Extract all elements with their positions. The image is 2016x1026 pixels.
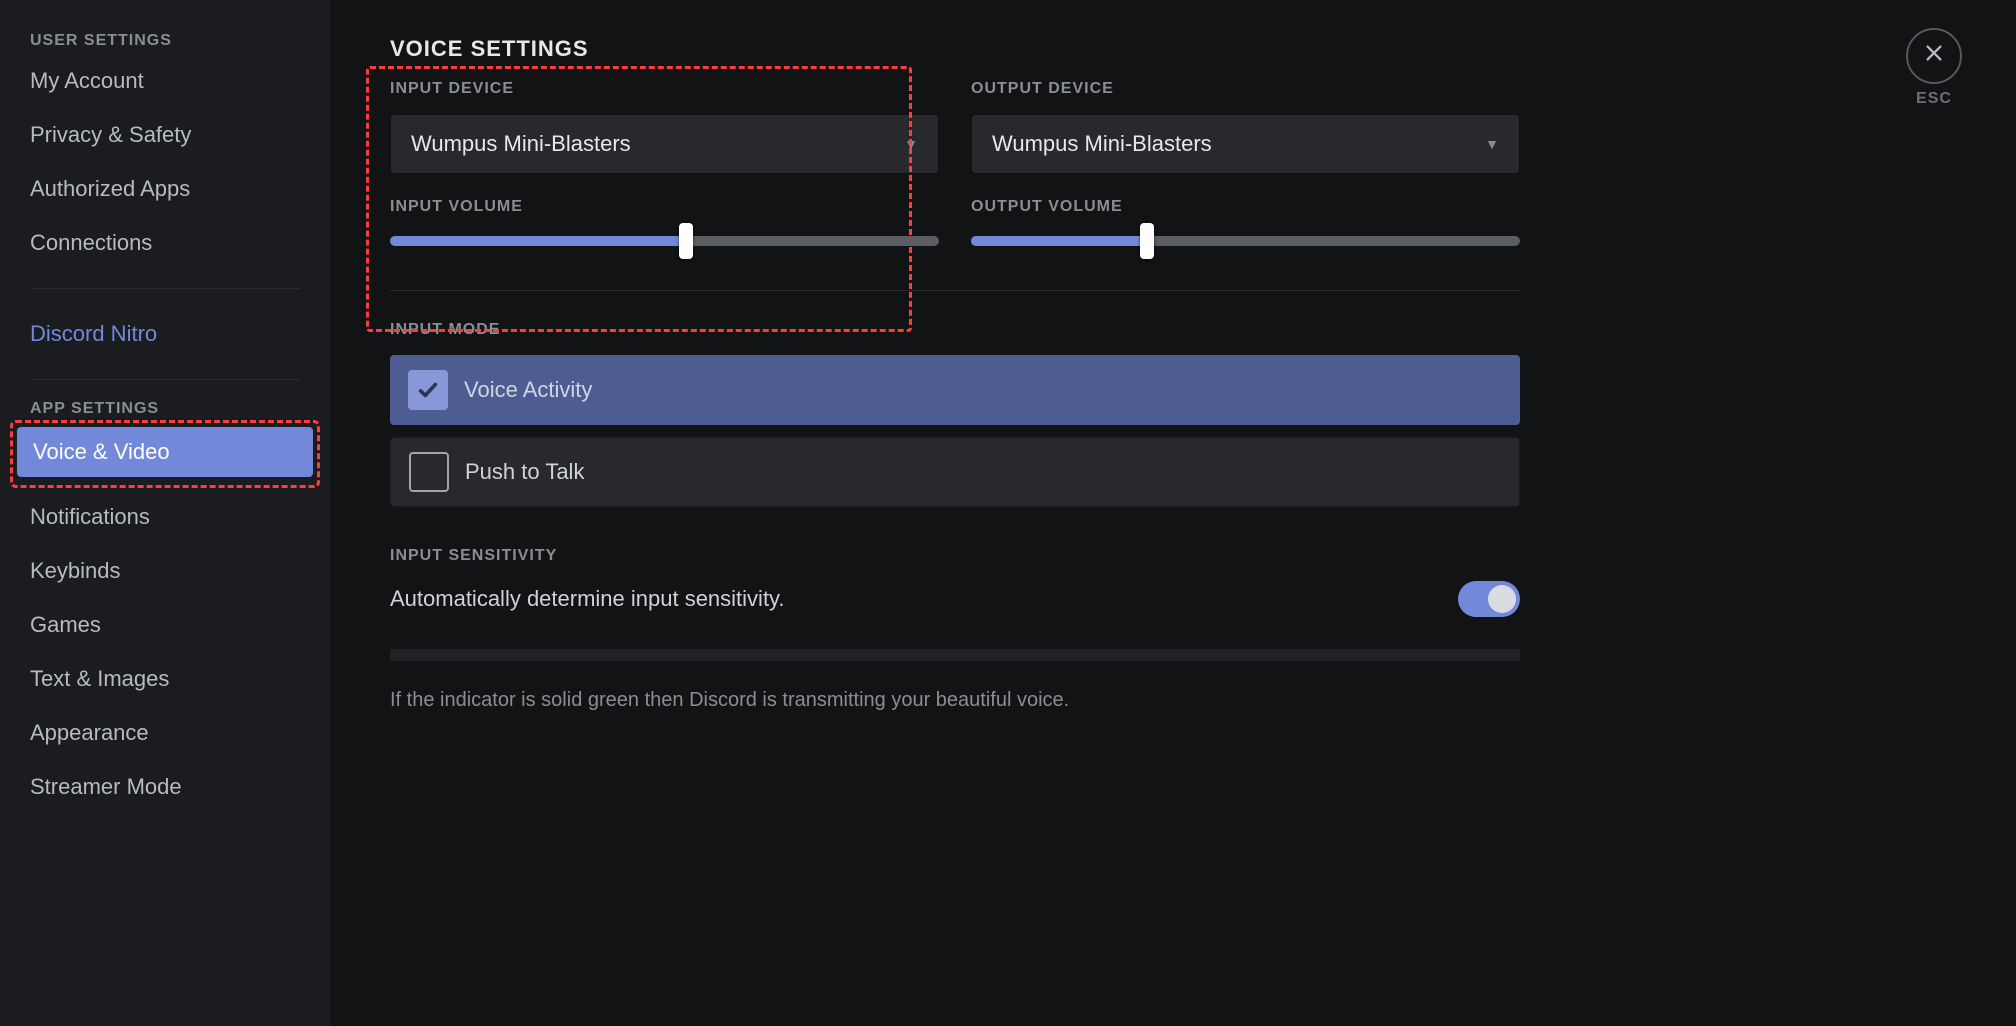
sidebar-item-label: My Account <box>30 68 144 93</box>
close-button[interactable] <box>1906 28 1962 84</box>
sidebar-divider <box>30 288 300 289</box>
select-value: Wumpus Mini-Blasters <box>411 131 631 157</box>
slider-thumb[interactable] <box>1140 223 1154 259</box>
sidebar-item-privacy[interactable]: Privacy & Safety <box>14 110 316 160</box>
toggle-knob <box>1488 585 1516 613</box>
sensitivity-hint: If the indicator is solid green then Dis… <box>390 689 1520 712</box>
input-mode-voice-activity[interactable]: Voice Activity <box>390 355 1520 425</box>
sidebar-item-text-images[interactable]: Text & Images <box>14 654 316 704</box>
slider-thumb[interactable] <box>679 223 693 259</box>
input-mode-push-to-talk[interactable]: Push to Talk <box>390 437 1520 507</box>
sidebar-item-keybinds[interactable]: Keybinds <box>14 546 316 596</box>
sidebar-item-streamer-mode[interactable]: Streamer Mode <box>14 762 316 812</box>
sidebar-item-label: Privacy & Safety <box>30 122 191 147</box>
sidebar-item-my-account[interactable]: My Account <box>14 56 316 106</box>
sidebar-item-label: Authorized Apps <box>30 176 190 201</box>
output-device-label: OUTPUT DEVICE <box>971 80 1520 98</box>
page-title: VOICE SETTINGS <box>390 36 1520 62</box>
input-volume-slider[interactable] <box>390 236 939 246</box>
sidebar-item-label: Keybinds <box>30 558 121 583</box>
sidebar-item-label: Games <box>30 612 101 637</box>
select-value: Wumpus Mini-Blasters <box>992 131 1212 157</box>
input-device-label: INPUT DEVICE <box>390 80 939 98</box>
annotation-box-sidebar: Voice & Video <box>10 420 320 488</box>
sidebar-item-label: Text & Images <box>30 666 169 691</box>
option-label: Voice Activity <box>464 377 592 403</box>
sidebar-item-notifications[interactable]: Notifications <box>14 492 316 542</box>
sidebar-item-voice-video[interactable]: Voice & Video <box>17 427 313 477</box>
input-device-select[interactable]: Wumpus Mini-Blasters ▼ <box>390 114 939 174</box>
sidebar-item-appearance[interactable]: Appearance <box>14 708 316 758</box>
sidebar-divider <box>30 379 300 380</box>
output-volume-slider[interactable] <box>971 236 1520 246</box>
auto-sensitivity-toggle[interactable] <box>1458 581 1520 617</box>
input-volume-label: INPUT VOLUME <box>390 198 939 216</box>
section-divider <box>390 290 1520 291</box>
sidebar-item-label: Notifications <box>30 504 150 529</box>
sidebar-item-authorized-apps[interactable]: Authorized Apps <box>14 164 316 214</box>
settings-sidebar: USER SETTINGS My Account Privacy & Safet… <box>0 0 330 1026</box>
sidebar-item-label: Connections <box>30 230 152 255</box>
checkbox-unchecked-icon <box>409 452 449 492</box>
checkbox-checked-icon <box>408 370 448 410</box>
chevron-down-icon: ▼ <box>904 136 918 152</box>
esc-label: ESC <box>1906 90 1962 108</box>
settings-content: VOICE SETTINGS INPUT DEVICE Wumpus Mini-… <box>330 0 1580 1026</box>
sidebar-item-discord-nitro[interactable]: Discord Nitro <box>14 309 316 359</box>
input-mode-label: INPUT MODE <box>390 321 1520 339</box>
sensitivity-meter <box>390 649 1520 661</box>
sidebar-item-label: Voice & Video <box>33 439 170 464</box>
sidebar-item-label: Streamer Mode <box>30 774 182 799</box>
sidebar-header-user: USER SETTINGS <box>14 32 316 56</box>
output-device-select[interactable]: Wumpus Mini-Blasters ▼ <box>971 114 1520 174</box>
input-sensitivity-label: INPUT SENSITIVITY <box>390 547 1520 565</box>
option-label: Push to Talk <box>465 459 584 485</box>
close-icon <box>1923 42 1945 70</box>
auto-sensitivity-description: Automatically determine input sensitivit… <box>390 586 785 612</box>
output-volume-label: OUTPUT VOLUME <box>971 198 1520 216</box>
sidebar-item-label: Appearance <box>30 720 149 745</box>
sidebar-item-connections[interactable]: Connections <box>14 218 316 268</box>
sidebar-item-games[interactable]: Games <box>14 600 316 650</box>
chevron-down-icon: ▼ <box>1485 136 1499 152</box>
sidebar-item-label: Discord Nitro <box>30 321 157 346</box>
